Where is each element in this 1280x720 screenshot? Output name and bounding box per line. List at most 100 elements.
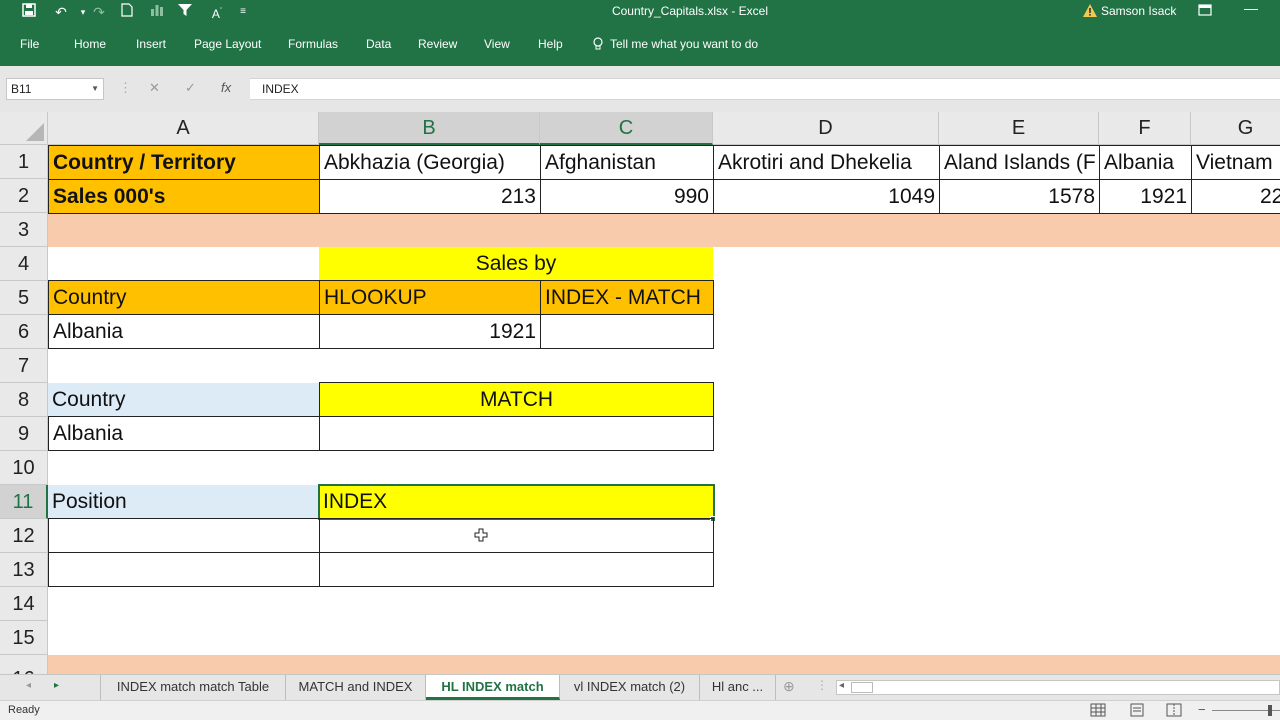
cell-d1[interactable]: Akrotiri and Dhekelia: [713, 145, 940, 180]
normal-view-icon[interactable]: [1090, 703, 1106, 720]
sheet-tab-vl-index-match-2[interactable]: vl INDEX match (2): [560, 675, 700, 700]
chevron-down-icon[interactable]: ▼: [91, 79, 99, 99]
cell-e1[interactable]: Aland Islands (F: [939, 145, 1100, 180]
zoom-out-icon[interactable]: −: [1198, 702, 1206, 717]
row-header-2[interactable]: 2: [0, 179, 48, 213]
cell-a11[interactable]: Position: [48, 485, 319, 519]
minimize-icon[interactable]: —: [1244, 0, 1258, 16]
row-header-4[interactable]: 4: [0, 247, 48, 281]
new-file-icon[interactable]: [116, 3, 138, 21]
tell-me-search[interactable]: Tell me what you want to do: [610, 37, 758, 51]
cell-b2[interactable]: 213: [319, 179, 541, 214]
cell-a1[interactable]: Country / Territory: [48, 145, 320, 180]
scrollbar-left-arrow-icon[interactable]: ◂: [839, 680, 844, 691]
redo-icon[interactable]: ↷: [88, 3, 110, 21]
sheet-tab-match-and-index[interactable]: MATCH and INDEX: [286, 675, 426, 700]
name-box[interactable]: B11 ▼: [6, 78, 104, 100]
ribbon-display-icon[interactable]: [1198, 3, 1212, 20]
cell-a5[interactable]: Country: [48, 280, 320, 315]
customize-icon[interactable]: ≡: [232, 3, 254, 21]
cell-a4[interactable]: [48, 247, 319, 281]
column-header-b[interactable]: B: [319, 112, 540, 145]
sheet-tab-hl-index-match[interactable]: HL INDEX match: [426, 675, 560, 700]
menu-home[interactable]: Home: [74, 37, 106, 51]
insert-function-icon[interactable]: fx: [221, 80, 231, 95]
column-header-e[interactable]: E: [939, 112, 1099, 145]
menu-insert[interactable]: Insert: [136, 37, 166, 51]
user-name[interactable]: Samson Isack: [1101, 3, 1176, 19]
font-size-icon[interactable]: Aˇ: [206, 3, 228, 21]
cell-f2[interactable]: 1921: [1099, 179, 1192, 214]
row-header-5[interactable]: 5: [0, 281, 48, 315]
cell-a12[interactable]: [48, 518, 320, 553]
row-header-12[interactable]: 12: [0, 519, 48, 553]
worksheet-grid[interactable]: A B C D E F G 1 2 3 4 5 6 7 8 9 10 11 12…: [0, 112, 1280, 674]
cell-b11[interactable]: INDEX: [319, 485, 713, 519]
formula-input[interactable]: INDEX: [250, 78, 1280, 100]
scrollbar-thumb[interactable]: [851, 682, 873, 693]
cell-d2[interactable]: 1049: [713, 179, 940, 214]
row-header-15[interactable]: 15: [0, 621, 48, 655]
menu-help[interactable]: Help: [538, 37, 563, 51]
horizontal-scrollbar[interactable]: ◂: [836, 680, 1280, 695]
column-header-f[interactable]: F: [1099, 112, 1191, 145]
cell-a6[interactable]: Albania: [48, 314, 320, 349]
enter-icon[interactable]: ✓: [185, 80, 196, 96]
menu-view[interactable]: View: [484, 37, 510, 51]
filter-icon[interactable]: [174, 3, 196, 21]
page-break-view-icon[interactable]: [1166, 703, 1182, 720]
cell-a9[interactable]: Albania: [48, 416, 320, 451]
cell-b9[interactable]: [319, 416, 714, 451]
cell-g1[interactable]: Vietnam: [1191, 145, 1280, 180]
cell-c1[interactable]: Afghanistan: [540, 145, 714, 180]
page-layout-view-icon[interactable]: [1129, 703, 1145, 720]
cell-c5[interactable]: INDEX - MATCH: [540, 280, 714, 315]
row-header-9[interactable]: 9: [0, 417, 48, 451]
cell-b5[interactable]: HLOOKUP: [319, 280, 541, 315]
row-header-11[interactable]: 11: [0, 485, 48, 519]
menu-data[interactable]: Data: [366, 37, 391, 51]
scroll-left-icon[interactable]: ◂: [26, 680, 31, 691]
cell-g2[interactable]: 22: [1191, 179, 1280, 214]
cancel-icon[interactable]: ✕: [149, 80, 160, 96]
row-header-1[interactable]: 1: [0, 145, 48, 179]
scroll-right-icon[interactable]: ▸: [54, 680, 59, 691]
menu-page-layout[interactable]: Page Layout: [194, 37, 261, 51]
column-header-g[interactable]: G: [1191, 112, 1280, 145]
row-header-8[interactable]: 8: [0, 383, 48, 417]
sheet-tab-hl-and[interactable]: Hl anc ...: [700, 675, 776, 700]
row-header-16[interactable]: 16: [0, 655, 48, 674]
column-header-d[interactable]: D: [713, 112, 939, 145]
zoom-slider-thumb[interactable]: [1268, 705, 1272, 716]
add-sheet-icon[interactable]: ⊕: [783, 678, 795, 695]
row-header-13[interactable]: 13: [0, 553, 48, 587]
cell-f1[interactable]: Albania: [1099, 145, 1192, 180]
cell-b4-sales-by[interactable]: Sales by: [319, 247, 713, 281]
column-header-c[interactable]: C: [540, 112, 713, 145]
cell-b1[interactable]: Abkhazia (Georgia): [319, 145, 541, 180]
sheet-tab-index-match-match-table[interactable]: INDEX match match Table: [100, 675, 286, 700]
cell-a2[interactable]: Sales 000's: [48, 179, 320, 214]
select-all-corner[interactable]: [0, 112, 48, 145]
tab-splitter-icon[interactable]: ⋮: [816, 678, 828, 692]
cell-a8[interactable]: Country: [48, 383, 319, 417]
cell-c2[interactable]: 990: [540, 179, 714, 214]
cell-b12[interactable]: [319, 518, 714, 553]
menu-formulas[interactable]: Formulas: [288, 37, 338, 51]
cell-a13[interactable]: [48, 552, 320, 587]
undo-icon[interactable]: ↶: [50, 3, 72, 21]
save-icon[interactable]: [18, 3, 40, 21]
cell-c6[interactable]: [540, 314, 714, 349]
row-header-14[interactable]: 14: [0, 587, 48, 621]
row-header-10[interactable]: 10: [0, 451, 48, 485]
row-header-3[interactable]: 3: [0, 213, 48, 247]
cell-b8[interactable]: MATCH: [319, 382, 714, 417]
cell-e2[interactable]: 1578: [939, 179, 1100, 214]
menu-file[interactable]: File: [20, 37, 39, 51]
row-header-7[interactable]: 7: [0, 349, 48, 383]
cell-b13[interactable]: [319, 552, 714, 587]
menu-review[interactable]: Review: [418, 37, 457, 51]
column-header-a[interactable]: A: [48, 112, 319, 145]
row-header-6[interactable]: 6: [0, 315, 48, 349]
chart-icon[interactable]: [146, 3, 168, 21]
